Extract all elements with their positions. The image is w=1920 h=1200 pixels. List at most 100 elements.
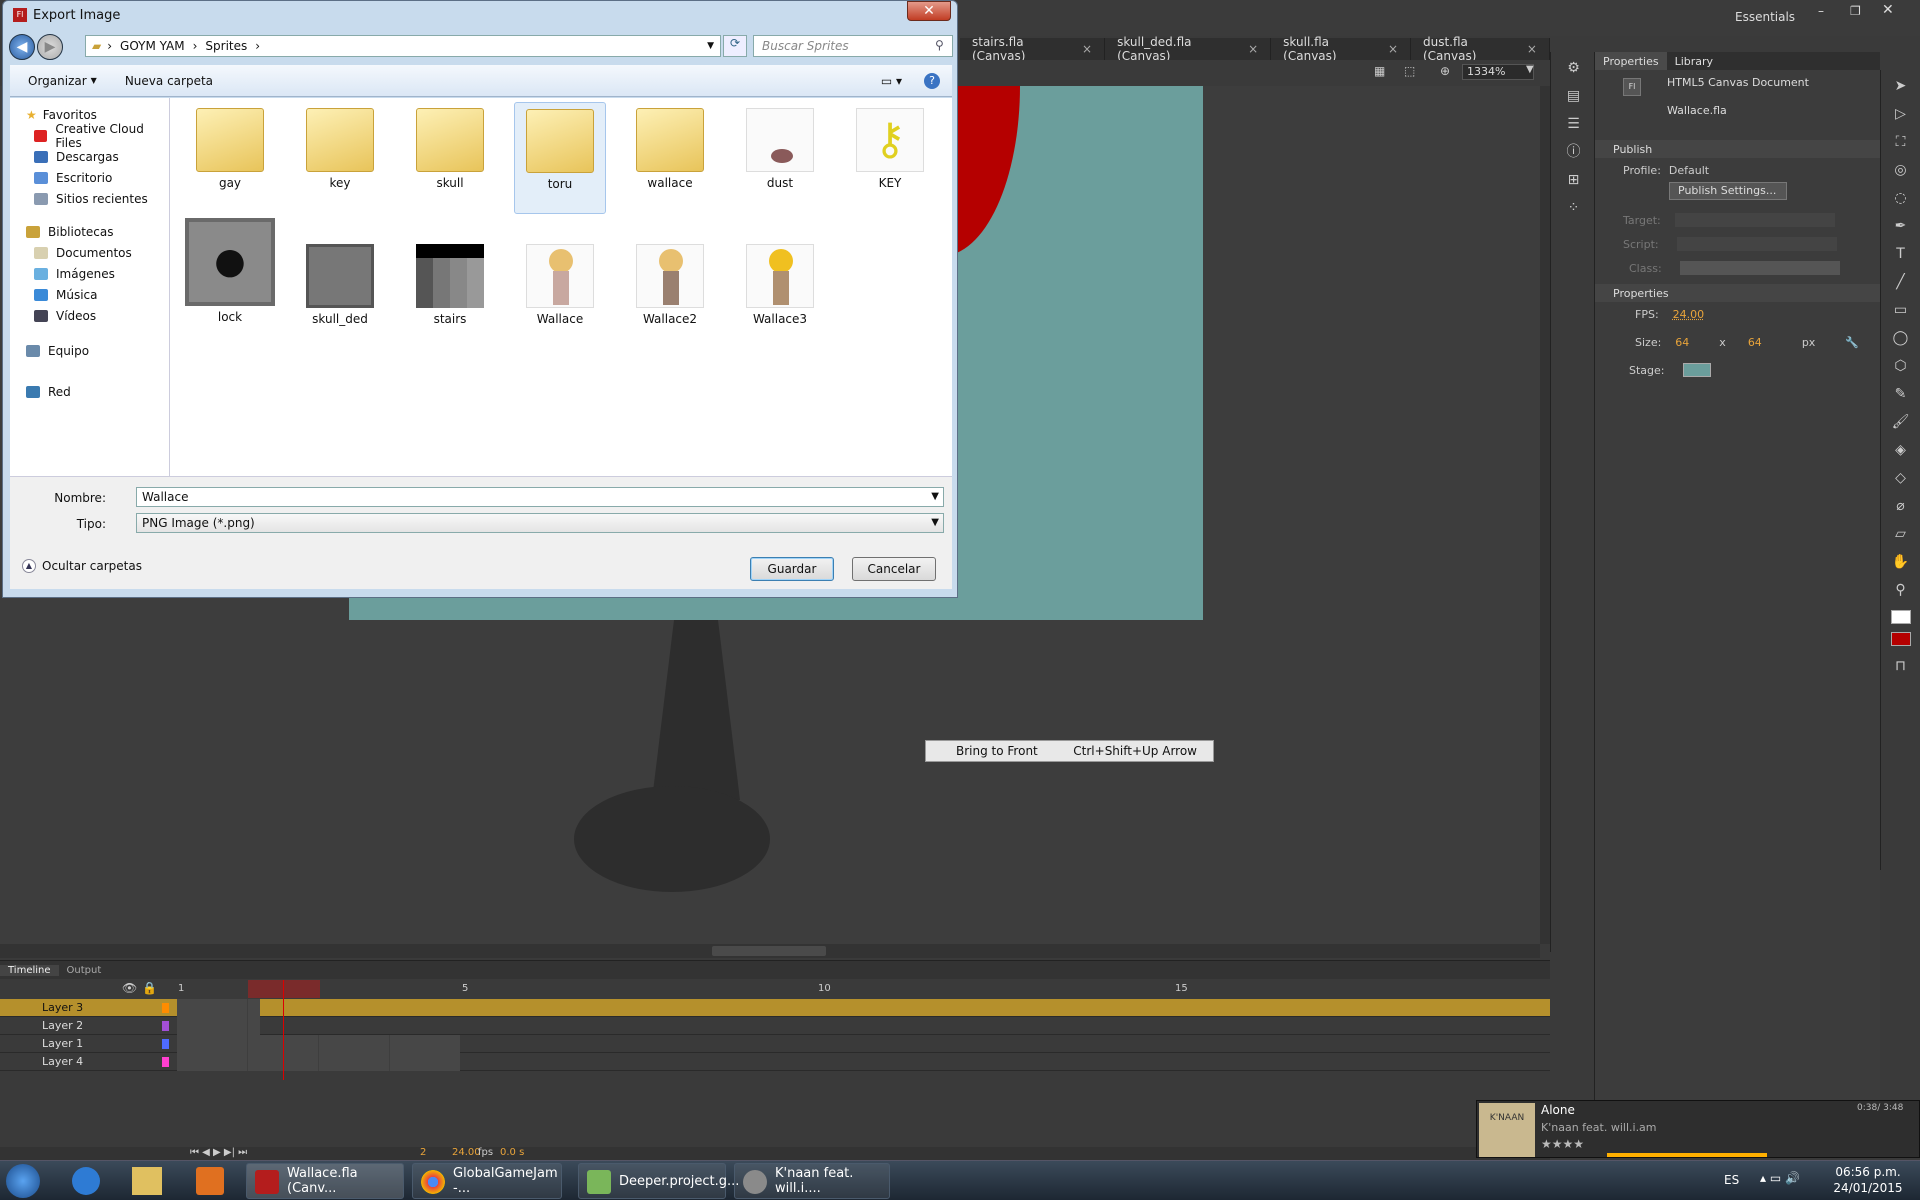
tab-skull[interactable]: skull.fla (Canvas) × [1271, 35, 1411, 63]
lock-icon[interactable]: 🔒 [142, 981, 157, 995]
line-tool-icon[interactable]: ╱ [1887, 270, 1915, 294]
file-item[interactable]: key [294, 102, 386, 190]
nav-red[interactable]: Red [10, 381, 169, 402]
file-item[interactable]: Wallace3 [734, 218, 826, 326]
oval-tool-icon[interactable]: ◯ [1887, 326, 1915, 350]
lasso-tool-icon[interactable]: ◌ [1887, 186, 1915, 210]
filename-input[interactable]: Wallace ▼ [136, 487, 944, 507]
free-transform-icon[interactable]: ⛶ [1887, 130, 1915, 154]
context-menu-item[interactable]: Bring to Front Ctrl+Shift+Up Arrow [925, 740, 1214, 762]
app-icon[interactable] [132, 1167, 162, 1195]
organize-button[interactable]: Organizar [28, 74, 87, 88]
hide-folders-toggle[interactable]: Ocultar carpetas [42, 559, 142, 573]
center-stage-icon[interactable]: ⊕ [1440, 64, 1450, 78]
subselection-tool-icon[interactable]: ▷ [1887, 102, 1915, 126]
scrollbar-thumb[interactable] [712, 946, 826, 956]
task-animate[interactable]: Wallace.fla (Canv... [246, 1163, 404, 1199]
fps-value[interactable]: 24.00 [1673, 308, 1705, 321]
brush-tool-icon[interactable]: 🖌 [1887, 410, 1915, 434]
layer-row[interactable]: Layer 3 [0, 999, 1550, 1017]
symbol-icon[interactable]: ⬚ [1404, 64, 1415, 78]
chevron-down-icon[interactable]: ▼ [707, 41, 714, 51]
chevron-down-icon[interactable]: ▼ [931, 514, 939, 532]
timeline-fps[interactable]: 24.00 [452, 1147, 481, 1158]
layer-frames[interactable] [177, 1053, 460, 1071]
components-icon[interactable]: ⁘ [1560, 196, 1588, 220]
file-item[interactable]: skull_ded [294, 218, 386, 326]
file-item[interactable]: ⚷ KEY [844, 102, 936, 190]
search-icon[interactable]: ⚲ [935, 38, 944, 52]
file-item[interactable]: toru [514, 102, 606, 214]
ie-icon[interactable] [72, 1167, 100, 1195]
search-input[interactable]: Buscar Sprites [753, 35, 953, 57]
tab-output[interactable]: Output [59, 965, 110, 976]
layer-row[interactable]: Layer 4 [0, 1053, 1550, 1071]
nav-videos[interactable]: Vídeos [10, 305, 169, 326]
close-tab-icon[interactable]: × [1527, 42, 1537, 56]
transform-icon[interactable]: ☰ [1560, 112, 1588, 136]
zoom-field[interactable]: 1334% [1462, 64, 1534, 80]
eyedropper-icon[interactable]: ⌀ [1887, 494, 1915, 518]
target-dropdown[interactable] [1674, 213, 1835, 227]
layer-frames[interactable] [177, 999, 260, 1017]
view-options-icon[interactable]: ▭ ▾ [881, 74, 902, 88]
nav-documentos[interactable]: Documentos [10, 242, 169, 263]
chevron-right-icon[interactable]: › [107, 39, 112, 53]
clip-icon[interactable]: ▦ [1374, 64, 1385, 78]
file-item[interactable]: wallace [624, 102, 716, 190]
forward-button[interactable]: ▶ [37, 34, 63, 60]
publish-settings-button[interactable]: Publish Settings... [1669, 182, 1787, 200]
close-icon[interactable]: ✕ [1882, 2, 1894, 18]
tab-skull-ded[interactable]: skull_ded.fla (Canvas) × [1105, 35, 1272, 63]
track-progress-bar[interactable] [1607, 1153, 1767, 1157]
playhead[interactable] [283, 980, 284, 1080]
zoom-dropdown-icon[interactable]: ▼ [1526, 64, 1534, 75]
grid-icon[interactable]: ⊞ [1560, 168, 1588, 192]
task-music[interactable]: K'naan feat. will.i.... [734, 1163, 890, 1199]
ink-bottle-icon[interactable]: ◇ [1887, 466, 1915, 490]
chevron-up-icon[interactable]: ▲ [22, 559, 36, 573]
3d-rotation-icon[interactable]: ◎ [1887, 158, 1915, 182]
chevron-right-icon[interactable]: › [193, 39, 198, 53]
tab-properties[interactable]: Properties [1595, 52, 1667, 70]
rectangle-tool-icon[interactable]: ▭ [1887, 298, 1915, 322]
file-item[interactable]: Wallace [514, 218, 606, 326]
stage-color-swatch[interactable] [1682, 363, 1711, 377]
pen-tool-icon[interactable]: ✒ [1887, 214, 1915, 238]
polystar-tool-icon[interactable]: ⬡ [1887, 354, 1915, 378]
cancel-button[interactable]: Cancelar [852, 557, 936, 581]
stand-base-shape[interactable] [574, 786, 770, 892]
stand-neck-shape[interactable] [652, 620, 740, 800]
layer-frames[interactable] [177, 1017, 260, 1035]
current-frame[interactable]: 2 [420, 1147, 426, 1158]
stroke-color-swatch[interactable] [1890, 610, 1911, 624]
nav-bibliotecas[interactable]: Bibliotecas [10, 221, 169, 242]
info-icon[interactable]: ⓘ [1560, 140, 1588, 164]
paint-bucket-icon[interactable]: ◈ [1887, 438, 1915, 462]
script-dropdown[interactable] [1676, 237, 1837, 251]
refresh-icon[interactable]: ⟳ [723, 35, 747, 57]
breadcrumb[interactable]: ▰ › GOYM YAM › Sprites › ▼ [85, 35, 721, 57]
file-item[interactable]: skull [404, 102, 496, 190]
tab-timeline[interactable]: Timeline [0, 964, 59, 976]
close-tab-icon[interactable]: × [1248, 42, 1258, 56]
filetype-select[interactable]: PNG Image (*.png) ▼ [136, 513, 944, 533]
nav-creative-cloud[interactable]: Creative Cloud Files [10, 122, 169, 150]
align-icon[interactable]: ▤ [1560, 84, 1588, 108]
restore-icon[interactable]: ❐ [1850, 4, 1861, 18]
publish-section-header[interactable]: Publish [1595, 140, 1880, 158]
save-button[interactable]: Guardar [750, 557, 834, 581]
height-value[interactable]: 64 [1748, 336, 1762, 349]
nav-equipo[interactable]: Equipo [10, 340, 169, 361]
tab-library[interactable]: Library [1667, 52, 1721, 70]
snap-magnet-icon[interactable]: ⊓ [1887, 654, 1915, 678]
breadcrumb-item[interactable]: Sprites [205, 39, 247, 53]
breadcrumb-item[interactable]: GOYM YAM [120, 39, 185, 53]
help-icon[interactable]: ? [924, 72, 940, 89]
file-item[interactable]: dust [734, 102, 826, 190]
nav-escritorio[interactable]: Escritorio [10, 167, 169, 188]
task-chrome[interactable]: GlobalGameJam -... [412, 1163, 562, 1199]
hand-tool-icon[interactable]: ✋ [1887, 550, 1915, 574]
back-button[interactable]: ◀ [9, 34, 35, 60]
chevron-down-icon[interactable]: ▼ [931, 488, 939, 506]
